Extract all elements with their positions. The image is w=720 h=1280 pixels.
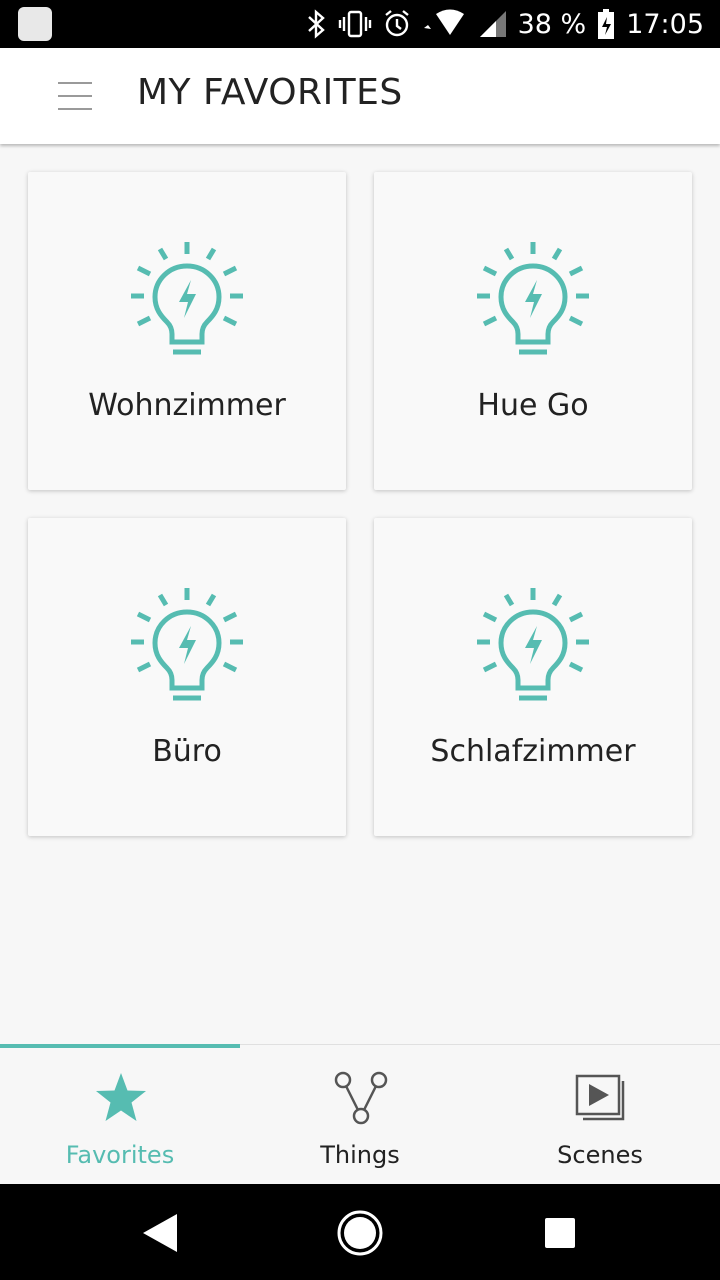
favorite-tile-wohnzimmer[interactable]: Wohnzimmer [28, 172, 346, 490]
tab-label: Favorites [65, 1141, 175, 1169]
tab-label: Scenes [557, 1141, 643, 1169]
status-bar: 38 % 17:05 [0, 0, 720, 48]
favorite-tile-schlafzimmer[interactable]: Schlafzimmer [374, 518, 692, 836]
app-bar: MY FAVORITES [0, 48, 720, 144]
signal-icon [478, 9, 508, 39]
battery-percent: 38 % [517, 8, 587, 40]
back-icon[interactable] [135, 1208, 185, 1258]
favorite-tile-buero[interactable]: Büro [28, 518, 346, 836]
lightbulb-icon [131, 242, 243, 355]
recents-icon[interactable] [535, 1208, 585, 1258]
tab-scenes[interactable]: Scenes [480, 1045, 720, 1185]
favorite-label: Wohnzimmer [88, 388, 286, 423]
lightbulb-icon [477, 242, 589, 355]
home-icon[interactable] [335, 1208, 385, 1258]
scenes-icon [575, 1074, 625, 1121]
wifi-icon [422, 9, 468, 39]
tab-things[interactable]: Things [240, 1045, 480, 1185]
favorite-tile-hue-go[interactable]: Hue Go [374, 172, 692, 490]
star-icon [96, 1073, 146, 1121]
clock: 17:05 [626, 8, 704, 40]
notification-icon [18, 7, 52, 41]
status-icons: 38 % 17:05 [306, 0, 704, 48]
favorite-label: Schlafzimmer [430, 734, 636, 769]
nodes-icon [334, 1071, 388, 1125]
tab-label: Things [320, 1141, 400, 1169]
tab-favorites[interactable]: Favorites [0, 1045, 240, 1185]
favorite-label: Büro [152, 734, 222, 769]
lightbulb-icon [477, 588, 589, 701]
system-navigation-bar [0, 1184, 720, 1280]
alarm-icon [382, 9, 412, 39]
lightbulb-icon [131, 588, 243, 701]
hamburger-menu-icon[interactable] [56, 82, 96, 110]
battery-icon [596, 8, 616, 40]
bottom-navigation: Favorites Things Scenes [0, 1044, 720, 1185]
vibrate-icon [338, 9, 372, 39]
bluetooth-icon [306, 9, 328, 39]
favorite-label: Hue Go [477, 388, 589, 423]
page-title: MY FAVORITES [137, 72, 403, 113]
